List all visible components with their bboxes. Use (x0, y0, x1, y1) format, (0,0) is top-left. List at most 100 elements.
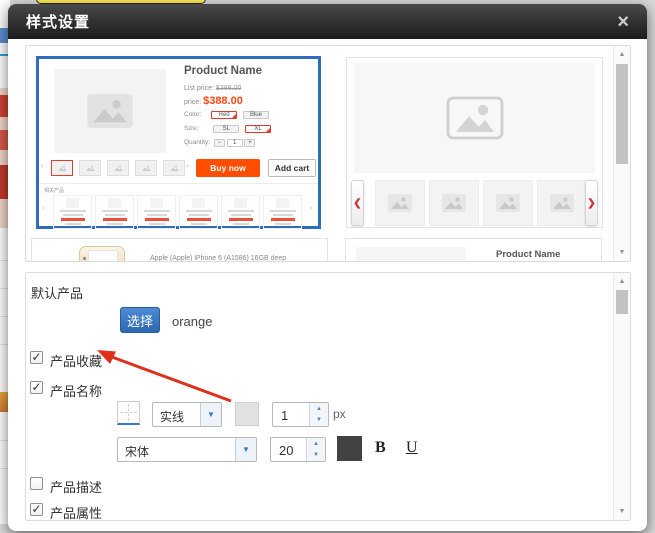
border-width-input[interactable]: 1 ▲ ▼ (272, 402, 329, 427)
spinner-up-icon[interactable]: ▲ (310, 406, 328, 412)
bold-button[interactable]: B (375, 439, 386, 457)
divider (39, 183, 318, 184)
preview-size-label: Size: (184, 125, 198, 132)
preview-color-option-blue: Blue (243, 111, 269, 119)
image-placeholder (354, 63, 595, 173)
template-card-product-name[interactable]: Product Name List price: $388.00 (345, 238, 602, 262)
preview-thumbnail (107, 160, 129, 176)
font-family-select[interactable]: 宋体 ▼ (117, 437, 257, 462)
spinner-up-icon[interactable]: ▲ (307, 441, 325, 447)
preview-related-label: 相关产品 (44, 187, 64, 194)
check-icon: ✓ (31, 380, 41, 394)
scrollbar-thumb[interactable] (616, 64, 628, 164)
template-card-product-detail-selected[interactable]: Product Name List price: $388.00 price: … (36, 56, 321, 229)
mini-product-card (95, 195, 134, 229)
preview-listprice-value: $388.00 (216, 85, 241, 92)
template-preview-panel: Product Name List price: $388.00 price: … (25, 45, 631, 262)
close-icon[interactable]: × (617, 12, 629, 32)
preview-thumbnail (135, 160, 157, 176)
preview-quantity-minus: − (214, 139, 225, 147)
template-card-gallery[interactable]: ❮ ❯ (346, 57, 603, 228)
related-prev-icon: ‹ (42, 205, 44, 212)
preview-iphone-title: Apple (Apple) iPhone 6 (A1586) 16GB deep (150, 255, 286, 262)
border-width-value: 1 (281, 408, 288, 423)
font-size-spinner: ▲ ▼ (306, 438, 325, 461)
preview-thumbnail (79, 160, 101, 176)
scrollbar-thumb[interactable] (616, 290, 628, 314)
preview-thumbnail-selected (51, 160, 73, 176)
selected-product-value: orange (172, 314, 212, 329)
border-color-swatch[interactable] (235, 402, 259, 426)
template-card-iphone[interactable]: Apple (Apple) iPhone 6 (A1586) 16GB deep (31, 238, 328, 262)
image-placeholder (356, 247, 466, 262)
iphone-screen (88, 250, 118, 262)
checkbox-product-name[interactable]: ✓ (30, 381, 43, 394)
mini-product-card (179, 195, 218, 229)
scroll-up-icon[interactable]: ▲ (614, 51, 630, 58)
checkbox-product-attributes-label: 产品属性 (50, 503, 102, 521)
style-settings-form: 默认产品 选择 orange ✓ 产品收藏 ✓ 产品名称 实线 ▼ 1 ▲ (25, 272, 631, 521)
preview-buy-now-button: Buy now (196, 159, 260, 177)
font-size-input[interactable]: 20 ▲ ▼ (270, 437, 326, 462)
preview-quantity-value: 1 (227, 139, 243, 147)
mini-product-card (53, 195, 92, 229)
border-style-value: 实线 (160, 408, 184, 425)
dialog-title: 样式设置 (26, 11, 90, 32)
image-placeholder-icon (87, 94, 133, 128)
image-placeholder-icon (496, 194, 520, 212)
preview-price-label: price: (184, 99, 201, 106)
spinner-down-icon[interactable]: ▼ (310, 417, 328, 423)
font-size-value: 20 (279, 443, 293, 458)
chevron-down-icon: ▼ (200, 403, 221, 426)
spinner-down-icon[interactable]: ▼ (307, 452, 325, 458)
image-placeholder-icon (446, 96, 504, 140)
checkbox-product-description-label: 产品描述 (50, 477, 102, 496)
chevron-down-icon: ▼ (235, 438, 256, 461)
style-settings-dialog: 样式设置 × Product Name List price: $388.00 … (8, 4, 647, 531)
check-icon: ✓ (31, 502, 41, 516)
preview-size-option-sl: SL (213, 125, 239, 133)
preview-price-value: $388.00 (203, 95, 243, 107)
annotation-arrow (88, 342, 238, 406)
preview-quantity-label: Quantity: (184, 139, 210, 146)
border-width-spinner: ▲ ▼ (309, 403, 328, 426)
related-next-icon: › (310, 205, 312, 212)
check-icon: ✓ (31, 350, 41, 364)
px-unit-label: px (333, 407, 346, 421)
mini-product-card (263, 195, 302, 229)
preview-product-name-2: Product Name (496, 249, 560, 260)
thumb-next-icon: › (186, 163, 188, 170)
scroll-down-icon[interactable]: ▼ (614, 508, 630, 515)
underline-button[interactable]: U (406, 439, 418, 457)
preview-add-cart-button: Add cart (268, 159, 316, 177)
preview-color-option-red: Red (211, 111, 237, 119)
font-color-swatch[interactable] (337, 436, 362, 461)
carousel-next-icon: ❯ (585, 180, 598, 226)
default-product-label: 默认产品 (31, 283, 83, 302)
preview-thumbnail (163, 160, 185, 176)
font-family-value: 宋体 (125, 443, 149, 460)
border-picker-vertical-guide (128, 404, 129, 421)
checkbox-product-favorite[interactable]: ✓ (30, 351, 43, 364)
related-products-strip (53, 195, 307, 229)
image-placeholder-icon (442, 194, 466, 212)
preview-listprice-label: List price: (184, 85, 214, 92)
preview-quantity-plus: + (244, 139, 255, 147)
thumb-prev-icon: ‹ (41, 163, 43, 170)
mini-product-card (137, 195, 176, 229)
preview-color-label: Color: (184, 111, 201, 118)
preview-thumbnail-strip (51, 160, 181, 178)
checkbox-product-attributes[interactable]: ✓ (30, 503, 43, 516)
preview-scrollbar[interactable]: ▲ ▼ (613, 46, 630, 261)
iphone-image (79, 246, 125, 262)
screen: 样式设置 × Product Name List price: $388.00 … (0, 0, 655, 533)
scroll-up-icon[interactable]: ▲ (614, 278, 630, 285)
iphone-button (83, 257, 86, 260)
select-product-button[interactable]: 选择 (120, 307, 160, 333)
scroll-down-icon[interactable]: ▼ (614, 249, 630, 256)
mini-product-card (221, 195, 260, 229)
form-scrollbar[interactable]: ▲ ▼ (613, 273, 630, 520)
carousel-prev-icon: ❮ (351, 180, 364, 226)
image-placeholder-icon (550, 194, 574, 212)
checkbox-product-description[interactable] (30, 477, 43, 490)
